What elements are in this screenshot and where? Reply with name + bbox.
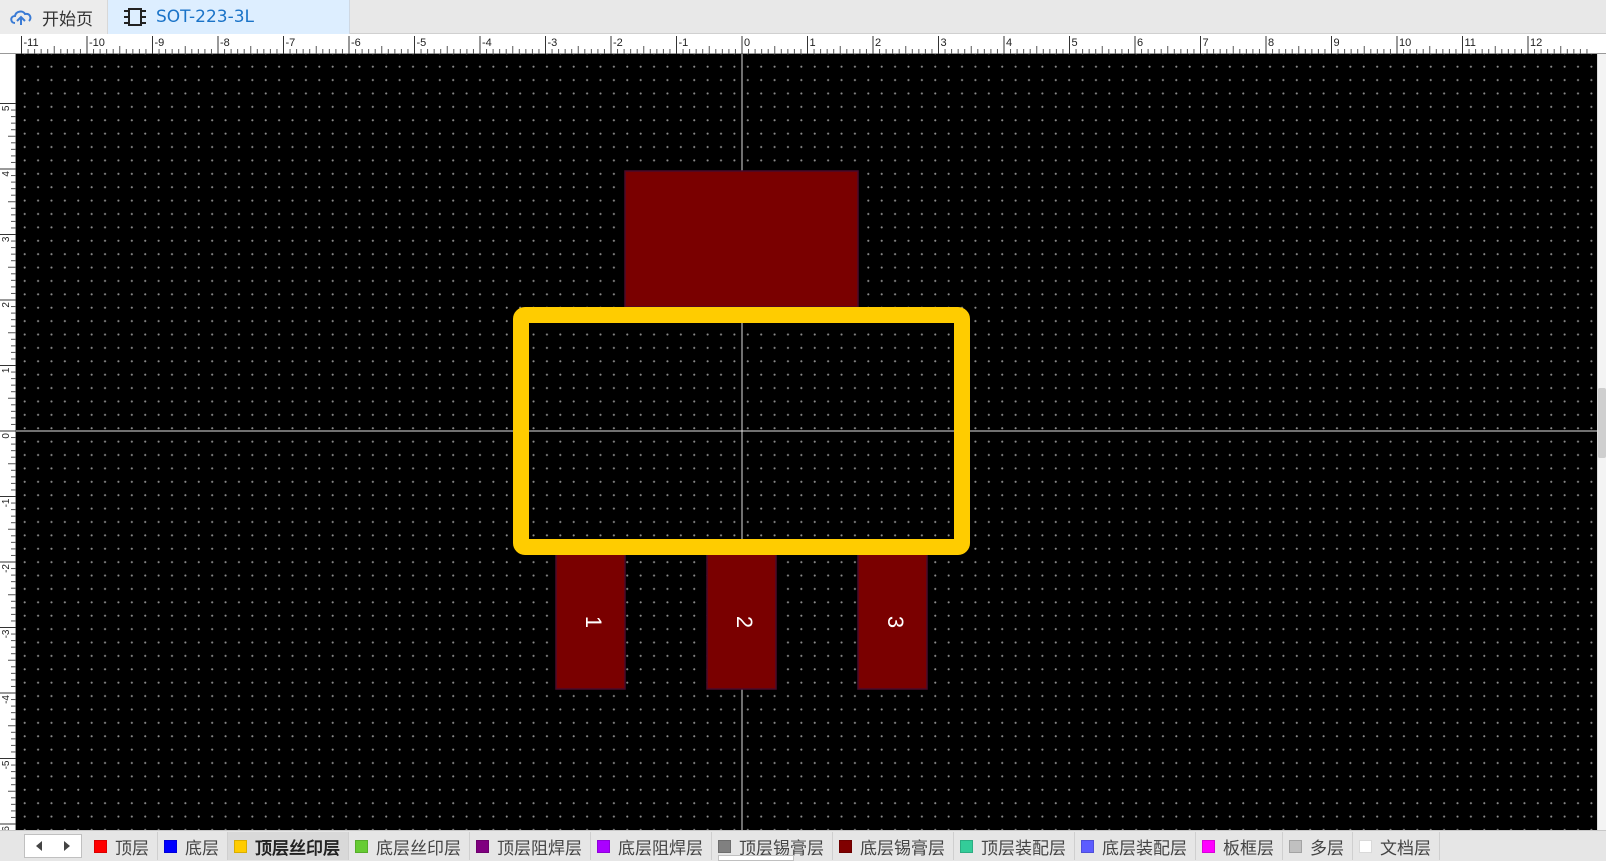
cloud-icon — [8, 6, 34, 28]
arrow-right-icon[interactable] — [64, 841, 70, 851]
layer-color-swatch — [476, 839, 489, 853]
pad-3-number: 3 — [883, 616, 908, 628]
layer-nav — [24, 834, 82, 858]
layer-label: 顶层装配层 — [981, 838, 1066, 859]
vertical-scroll-thumb[interactable] — [1598, 388, 1606, 458]
tab-sot-223-3l-label: SOT-223-3L — [156, 7, 254, 27]
layer-color-swatch — [1202, 839, 1215, 853]
ruler-top-label: 4 — [1006, 37, 1012, 49]
ruler-top-label: 1 — [810, 37, 816, 49]
ruler-top: -11 -10 -9 -8 -7 -6 -5 -4 -3 -2 -1 0 1 2 3 4 5 6 7 8 9 10 11 12 — [0, 34, 1606, 54]
layer-item[interactable]: 文档层 — [1353, 832, 1440, 860]
ruler-top-label: 12 — [1530, 37, 1542, 49]
layer-item[interactable]: 底层锡膏层 — [833, 832, 954, 860]
ruler-top-label: -7 — [286, 37, 296, 49]
layer-label: 底层锡膏层 — [860, 838, 945, 859]
layer-color-swatch — [355, 839, 368, 853]
layer-label: 顶层丝印层 — [255, 838, 340, 859]
ruler-top-label: 9 — [1334, 37, 1340, 49]
ruler-top-label: 11 — [1465, 37, 1476, 49]
layer-item[interactable]: 顶层装配层 — [954, 832, 1075, 860]
ruler-top-label: -2 — [613, 37, 623, 49]
layer-label: 多层 — [1310, 838, 1344, 859]
pad-1-number: 1 — [581, 616, 606, 628]
layer-item[interactable]: 底层阻焊层 — [591, 832, 712, 860]
layer-item[interactable]: 顶层丝印层 — [228, 832, 349, 860]
layer-color-swatch — [718, 839, 731, 853]
ruler-left-label: 1 — [1, 367, 12, 373]
layer-label: 底层阻焊层 — [618, 838, 703, 859]
ruler-top-label: 5 — [1072, 37, 1078, 49]
layer-color-swatch — [234, 839, 247, 853]
ruler-top-label: 6 — [1137, 37, 1143, 49]
ruler-left-label: -5 — [1, 760, 12, 769]
ruler-top-label: -10 — [89, 37, 105, 49]
arrow-left-icon[interactable] — [36, 841, 42, 851]
layer-label: 顶层阻焊层 — [497, 838, 582, 859]
layer-color-swatch — [1289, 839, 1302, 853]
tab-sot-223-3l[interactable]: SOT-223-3L — [108, 0, 350, 34]
ruler-top-label: -3 — [548, 37, 558, 49]
ruler-left-label: 2 — [1, 302, 12, 308]
ruler-top-label: 0 — [744, 37, 750, 49]
ruler-top-label: 2 — [875, 37, 881, 49]
layer-color-swatch — [1359, 839, 1372, 853]
layer-label: 顶层 — [115, 838, 149, 859]
layer-item[interactable]: 底层 — [158, 832, 228, 860]
layer-item[interactable]: 多层 — [1283, 832, 1353, 860]
layer-color-swatch — [164, 839, 177, 853]
footprint-icon — [122, 6, 148, 28]
pad-tab[interactable] — [624, 170, 859, 308]
layer-item[interactable]: 顶层阻焊层 — [470, 832, 591, 860]
ruler-left-label: -3 — [1, 629, 12, 638]
ruler-top-label: -11 — [24, 37, 39, 49]
layer-item[interactable]: 底层装配层 — [1075, 832, 1196, 860]
layer-color-swatch — [597, 839, 610, 853]
pcb-canvas[interactable]: 1 2 3 — [16, 54, 1597, 830]
ruler-top-label: -9 — [155, 37, 165, 49]
layer-color-swatch — [960, 839, 973, 853]
ruler-left-label: 0 — [1, 433, 12, 439]
ruler-left-label: -4 — [1, 695, 12, 704]
ruler-left-label: -2 — [1, 564, 12, 573]
ruler-top-label: -1 — [679, 37, 689, 49]
ruler-top-label: -4 — [482, 37, 492, 49]
layer-label: 底层丝印层 — [376, 838, 461, 859]
layer-label: 底层 — [185, 838, 219, 859]
ruler-left-label: 4 — [1, 171, 12, 177]
ruler-top-label: -8 — [220, 37, 230, 49]
tab-start-page[interactable]: 开始页 — [0, 0, 108, 34]
ruler-top-label: 3 — [941, 37, 947, 49]
layer-color-swatch — [1081, 839, 1094, 853]
ruler-left-label: 5 — [1, 105, 12, 111]
horizontal-scroll-thumb[interactable] — [718, 855, 794, 861]
layer-label: 底层装配层 — [1102, 838, 1187, 859]
layer-item[interactable]: 底层丝印层 — [349, 832, 470, 860]
ruler-top-label: 10 — [1399, 37, 1411, 49]
ruler-top-label: -6 — [351, 37, 361, 49]
tab-bar: 开始页 SOT-223-3L — [0, 0, 1606, 34]
layer-item[interactable]: 板框层 — [1196, 832, 1283, 860]
ruler-top-label: 7 — [1203, 37, 1209, 49]
ruler-left: 543210-1-2-3-4-5-6 — [0, 54, 16, 835]
ruler-left-label: -1 — [1, 498, 12, 507]
layer-bar: 顶层 底层 顶层丝印层 底层丝印层 顶层阻焊层 底层阻焊层 顶层锡膏层 底层锡膏层 顶层装配层底… — [0, 830, 1606, 861]
ruler-top-label: 8 — [1268, 37, 1274, 49]
ruler-top-label: -5 — [417, 37, 427, 49]
layer-label: 板框层 — [1223, 838, 1274, 859]
ruler-left-label: 3 — [1, 236, 12, 242]
layer-color-swatch — [94, 839, 107, 853]
tab-start-page-label: 开始页 — [42, 9, 93, 30]
layer-label: 文档层 — [1380, 838, 1431, 859]
pad-2-number: 2 — [732, 616, 757, 628]
layer-color-swatch — [839, 839, 852, 853]
layer-item[interactable]: 顶层 — [88, 832, 158, 860]
